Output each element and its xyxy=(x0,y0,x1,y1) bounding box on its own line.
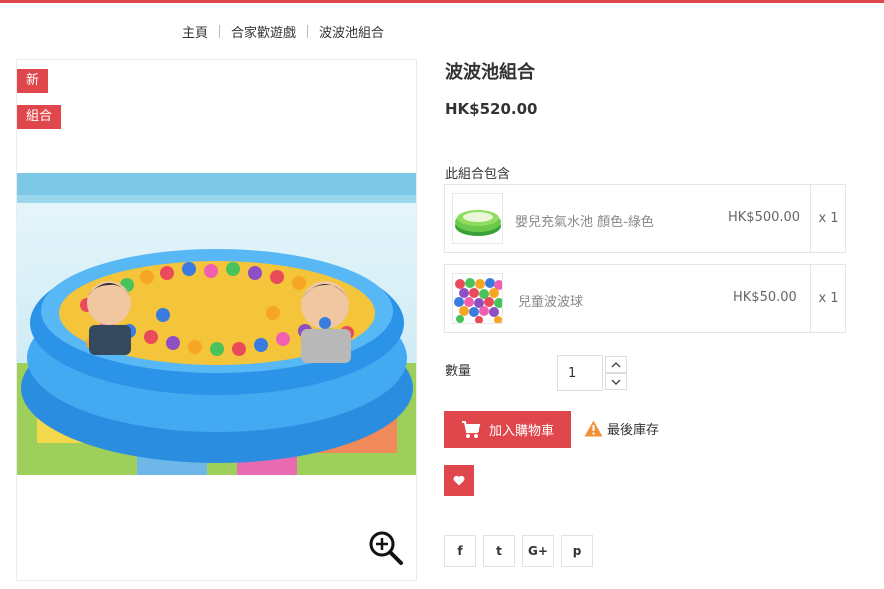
top-accent-bar xyxy=(0,0,884,3)
twitter-icon: t xyxy=(496,544,502,558)
breadcrumb-separator xyxy=(219,25,221,38)
warning-icon xyxy=(584,420,603,437)
pack-label: 此組合包含 xyxy=(445,167,511,182)
pinterest-icon: p xyxy=(572,544,582,558)
add-to-cart-label: 加入購物車 xyxy=(488,424,554,439)
share-facebook-button[interactable]: f xyxy=(444,535,476,567)
breadcrumb: 主頁 合家歡遊戲 波波池組合 xyxy=(182,22,384,41)
product-title: 波波池組合 xyxy=(445,62,535,83)
pack-item-thumbnail[interactable] xyxy=(452,193,503,244)
pack-item-name[interactable]: 嬰兒充氣水池 顏色-綠色 xyxy=(515,211,654,230)
pack-item-price: HK$500.00 xyxy=(728,210,801,225)
breadcrumb-category[interactable]: 合家歡遊戲 xyxy=(231,22,296,41)
breadcrumb-current: 波波池組合 xyxy=(319,26,385,41)
quantity-decrease-button[interactable] xyxy=(605,373,627,390)
quantity-input[interactable] xyxy=(557,355,603,391)
heart-icon xyxy=(453,475,465,486)
zoom-in-icon[interactable] xyxy=(368,530,404,566)
facebook-icon: f xyxy=(457,544,463,558)
product-photo[interactable] xyxy=(17,173,417,475)
product-price: HK$520.00 xyxy=(445,100,538,118)
new-badge: 新 xyxy=(17,69,49,93)
pack-item: 兒童波波球 HK$50.00 x 1 xyxy=(444,264,846,333)
stock-status-text: 最後庫存 xyxy=(607,423,660,438)
product-image-panel: 新 組合 xyxy=(16,59,417,581)
chevron-up-icon xyxy=(611,361,621,367)
share-google-plus-button[interactable]: G+ xyxy=(522,535,554,567)
quantity-increase-button[interactable] xyxy=(605,356,627,373)
share-twitter-button[interactable]: t xyxy=(483,535,515,567)
pack-item: 嬰兒充氣水池 顏色-綠色 HK$500.00 x 1 xyxy=(444,184,846,253)
add-to-cart-button[interactable]: 加入購物車 xyxy=(444,411,571,448)
breadcrumb-separator xyxy=(307,25,309,38)
pack-item-price: HK$50.00 xyxy=(733,290,797,305)
shopping-cart-icon xyxy=(461,420,481,439)
pack-item-quantity: x 1 xyxy=(810,185,846,252)
pack-item-quantity: x 1 xyxy=(810,265,846,332)
pack-badge: 組合 xyxy=(17,105,62,129)
pack-item-name[interactable]: 兒童波波球 xyxy=(518,291,583,310)
chevron-down-icon xyxy=(611,379,621,385)
quantity-label: 數量 xyxy=(445,364,472,379)
wishlist-button[interactable] xyxy=(444,465,474,496)
stock-status: 最後庫存 xyxy=(584,419,659,438)
google-plus-icon: G+ xyxy=(528,544,548,558)
share-pinterest-button[interactable]: p xyxy=(561,535,593,567)
breadcrumb-home[interactable]: 主頁 xyxy=(182,22,208,41)
pack-item-thumbnail[interactable] xyxy=(452,273,503,324)
